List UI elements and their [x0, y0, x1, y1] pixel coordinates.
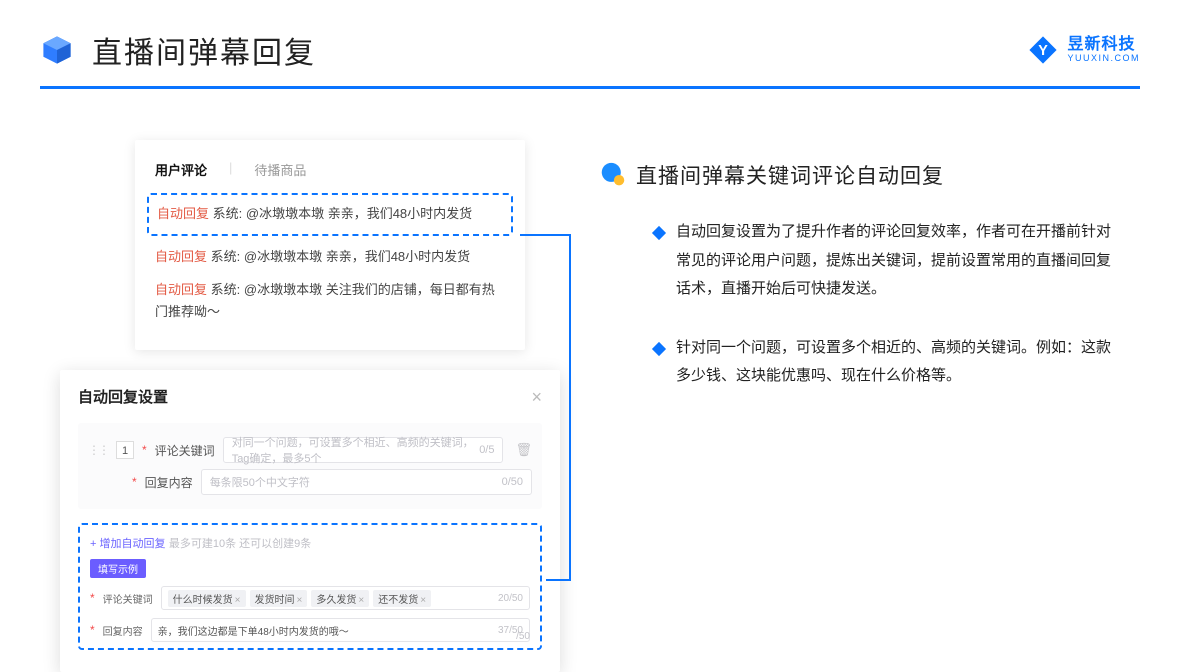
required-star-icon: * — [90, 591, 95, 605]
keyword-row: ⋮⋮ 1 * 评论关键词 对同一个问题，可设置多个相近、高频的关键词，Tag确定… — [88, 437, 532, 463]
example-badge: 填写示例 — [90, 559, 146, 578]
required-star-icon: * — [132, 475, 137, 489]
required-star-icon: * — [90, 623, 95, 637]
header-divider — [40, 86, 1140, 89]
content-input[interactable]: 每条限50个中文字符 0/50 — [201, 469, 532, 495]
content-placeholder: 每条限50个中文字符 — [210, 474, 310, 490]
keyword-count: 0/5 — [479, 444, 494, 456]
comment-text: @冰墩墩本墩 亲亲，我们48小时内发货 — [244, 249, 470, 264]
right-column: 直播间弹幕关键词评论自动回复 自动回复设置为了提升作者的评论回复效率，作者可在开… — [600, 160, 1125, 421]
auto-reply-label: 自动回复 — [157, 206, 209, 221]
drag-handle-icon[interactable]: ⋮⋮ — [88, 443, 108, 457]
example-content-label: 回复内容 — [103, 623, 143, 638]
add-hint: 最多可建10条 还可以创建9条 — [169, 538, 311, 550]
trash-icon[interactable]: 🗑 — [515, 442, 532, 458]
keyword-label: 评论关键词 — [155, 442, 215, 459]
slide-header: 直播间弹幕回复 Y 昱新科技 YUUXIN.COM — [0, 0, 1180, 82]
diamond-bullet-icon — [652, 226, 666, 240]
example-keyword-tags[interactable]: 什么时候发货× 发货时间× 多久发货× 还不发货× 20/50 — [161, 586, 530, 610]
comments-tabs: 用户评论 | 待播商品 — [155, 160, 505, 179]
comment-row: 自动回复 系统: @冰墩墩本墩 亲亲，我们48小时内发货 — [155, 246, 505, 269]
settings-title: 自动回复设置 — [78, 386, 168, 407]
add-auto-reply-link[interactable]: + 增加自动回复 — [90, 538, 165, 550]
brand-logo-icon: Y — [1027, 34, 1059, 66]
highlighted-comment: 自动回复 系统: @冰墩墩本墩 亲亲，我们48小时内发货 — [147, 193, 513, 236]
section-heading: 直播间弹幕关键词评论自动回复 — [636, 160, 944, 190]
slide-title: 直播间弹幕回复 — [92, 28, 316, 72]
content-row: * 回复内容 每条限50个中文字符 0/50 — [88, 469, 532, 495]
rule-index: 1 — [116, 441, 134, 459]
chat-bubble-icon — [600, 162, 626, 188]
screenshot-zone: 用户评论 | 待播商品 自动回复 系统: @冰墩墩本墩 亲亲，我们48小时内发货… — [60, 140, 570, 635]
example-content-value: 亲，我们这边都是下单48小时内发货的哦～ — [158, 623, 349, 638]
brand-domain: YUUXIN.COM — [1067, 54, 1140, 64]
tag-chip: 还不发货× — [373, 590, 431, 607]
tag-chip: 发货时间× — [250, 590, 308, 607]
slide-content: 用户评论 | 待播商品 自动回复 系统: @冰墩墩本墩 亲亲，我们48小时内发货… — [0, 120, 1180, 664]
sys-label: 系统: — [211, 249, 241, 264]
tab-pending-products[interactable]: 待播商品 — [254, 160, 306, 179]
bullet-text: 针对同一个问题，可设置多个相近的、高频的关键词。例如：这款多少钱、这块能优惠吗、… — [676, 334, 1125, 391]
tag-chip: 什么时候发货× — [168, 590, 246, 607]
bullet-text: 自动回复设置为了提升作者的评论回复效率，作者可在开播前针对常见的评论用户问题，提… — [676, 218, 1125, 304]
keyword-input[interactable]: 对同一个问题，可设置多个相近、高频的关键词，Tag确定，最多5个 0/5 — [223, 437, 504, 463]
svg-text:Y: Y — [1039, 43, 1049, 59]
example-dashed-area: + 增加自动回复 最多可建10条 还可以创建9条 填写示例 * 评论关键词 什么… — [78, 523, 542, 650]
diamond-bullet-icon — [652, 341, 666, 355]
close-icon[interactable]: × — [531, 388, 542, 406]
example-keyword-label: 评论关键词 — [103, 591, 153, 606]
comments-card: 用户评论 | 待播商品 自动回复 系统: @冰墩墩本墩 亲亲，我们48小时内发货… — [135, 140, 525, 350]
auto-reply-settings-card: 自动回复设置 × ⋮⋮ 1 * 评论关键词 对同一个问题，可设置多个相近、高频的… — [60, 370, 560, 672]
keyword-placeholder: 对同一个问题，可设置多个相近、高频的关键词，Tag确定，最多5个 — [232, 434, 480, 466]
tag-chip: 多久发货× — [311, 590, 369, 607]
comment-text: @冰墩墩本墩 亲亲，我们48小时内发货 — [246, 206, 472, 221]
settings-body: ⋮⋮ 1 * 评论关键词 对同一个问题，可设置多个相近、高频的关键词，Tag确定… — [78, 423, 542, 509]
required-star-icon: * — [142, 443, 147, 457]
tab-separator: | — [229, 160, 232, 179]
brand-name: 昱新科技 — [1067, 36, 1140, 54]
content-label: 回复内容 — [145, 474, 193, 491]
sys-label: 系统: — [211, 282, 241, 297]
auto-reply-label: 自动回复 — [155, 249, 207, 264]
tab-user-comments[interactable]: 用户评论 — [155, 160, 207, 179]
comment-row: 自动回复 系统: @冰墩墩本墩 关注我们的店铺，每日都有热门推荐呦～ — [155, 279, 505, 325]
brand-block: Y 昱新科技 YUUXIN.COM — [1027, 34, 1140, 66]
example-content-input[interactable]: 亲，我们这边都是下单48小时内发货的哦～ 37/50 — [151, 618, 530, 642]
cube-icon — [40, 33, 74, 67]
faint-count: /50 — [516, 631, 530, 642]
example-keyword-count: 20/50 — [498, 593, 523, 604]
brand-text: 昱新科技 YUUXIN.COM — [1067, 36, 1140, 63]
example-content-row: * 回复内容 亲，我们这边都是下单48小时内发货的哦～ 37/50 — [90, 618, 530, 642]
header-left: 直播间弹幕回复 — [40, 28, 316, 72]
example-keyword-row: * 评论关键词 什么时候发货× 发货时间× 多久发货× 还不发货× 20/50 — [90, 586, 530, 610]
bullet-item: 自动回复设置为了提升作者的评论回复效率，作者可在开播前针对常见的评论用户问题，提… — [600, 218, 1125, 304]
settings-header: 自动回复设置 × — [78, 386, 542, 407]
bullet-item: 针对同一个问题，可设置多个相近的、高频的关键词。例如：这款多少钱、这块能优惠吗、… — [600, 334, 1125, 391]
auto-reply-label: 自动回复 — [155, 282, 207, 297]
section-heading-row: 直播间弹幕关键词评论自动回复 — [600, 160, 1125, 190]
content-count: 0/50 — [502, 476, 523, 488]
sys-label: 系统: — [213, 206, 243, 221]
